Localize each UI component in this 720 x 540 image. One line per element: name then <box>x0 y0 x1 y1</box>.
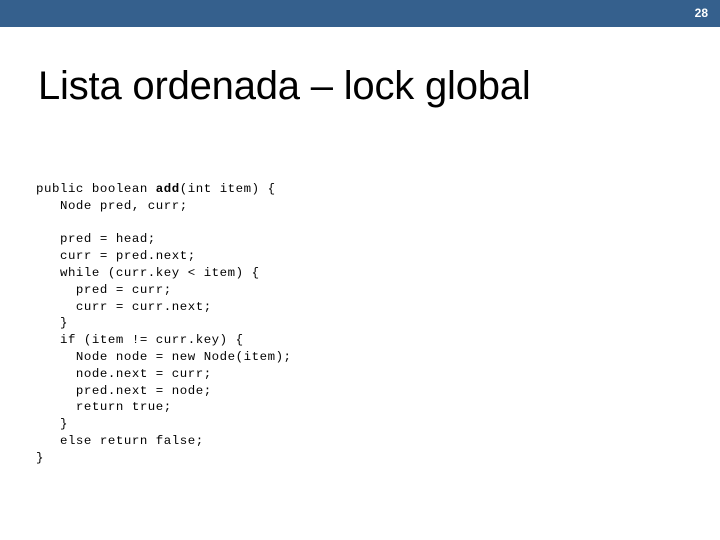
presentation-slide: 28 Lista ordenada – lock global public b… <box>0 0 720 540</box>
slide-number: 28 <box>694 6 708 20</box>
code-block: public boolean add(int item) { Node pred… <box>36 181 676 467</box>
code-line: Node pred, curr; <box>36 198 188 213</box>
code-line: public boolean <box>36 182 156 196</box>
code-line: } <box>36 450 44 465</box>
code-line: return true; <box>36 400 172 415</box>
slide-header-bar <box>0 0 720 27</box>
code-line: while (curr.key < item) { <box>36 265 260 280</box>
page-title: Lista ordenada – lock global <box>38 63 531 108</box>
code-line: if (item != curr.key) { <box>36 333 244 348</box>
code-line: Node node = new Node(item); <box>36 349 292 364</box>
code-line: pred = curr; <box>36 282 172 297</box>
code-line: } <box>36 316 68 331</box>
code-bold-token: add <box>155 182 180 196</box>
code-line: curr = curr.next; <box>36 299 212 314</box>
code-line: else return false; <box>36 433 204 448</box>
code-line: curr = pred.next; <box>36 249 196 264</box>
code-line: pred.next = node; <box>36 383 212 398</box>
code-line: pred = head; <box>36 232 156 247</box>
code-line: node.next = curr; <box>36 366 212 381</box>
code-line: } <box>36 417 68 432</box>
code-line-rest: (int item) { <box>179 182 276 196</box>
